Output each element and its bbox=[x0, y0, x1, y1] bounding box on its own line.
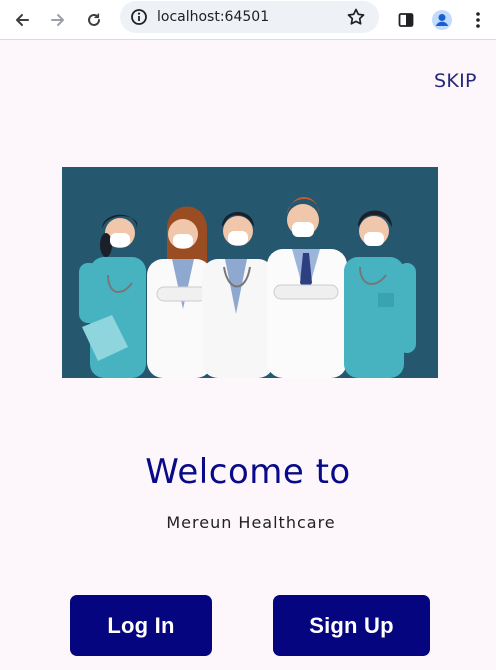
side-panel-icon[interactable] bbox=[392, 6, 420, 34]
forward-icon[interactable] bbox=[44, 6, 72, 34]
address-bar[interactable]: localhost:64501 bbox=[120, 1, 379, 33]
back-icon[interactable] bbox=[8, 6, 36, 34]
skip-button[interactable]: SKIP bbox=[434, 70, 477, 92]
profile-icon[interactable] bbox=[428, 6, 456, 34]
star-icon[interactable] bbox=[346, 7, 366, 32]
reload-icon[interactable] bbox=[80, 6, 108, 34]
hero-illustration bbox=[62, 167, 438, 378]
browser-toolbar: localhost:64501 bbox=[0, 0, 496, 40]
menu-icon[interactable] bbox=[464, 6, 492, 34]
app-name-subtitle: Mereun Healthcare bbox=[166, 513, 336, 532]
info-icon[interactable] bbox=[130, 8, 148, 31]
url-text: localhost:64501 bbox=[157, 9, 270, 25]
signup-button[interactable]: Sign Up bbox=[273, 595, 430, 656]
login-button[interactable]: Log In bbox=[70, 595, 212, 656]
welcome-title: Welcome to bbox=[145, 452, 351, 492]
